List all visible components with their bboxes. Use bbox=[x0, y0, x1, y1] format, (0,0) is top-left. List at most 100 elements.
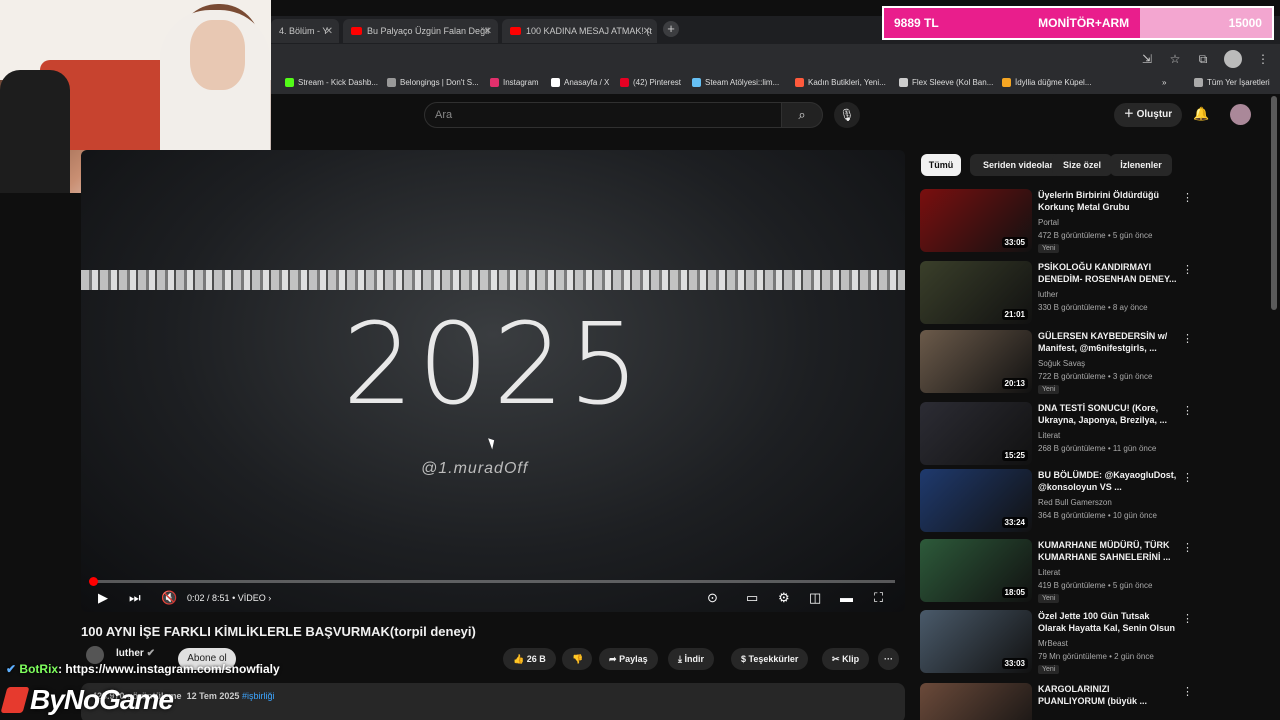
recommended-video[interactable]: KARGOLARINIZI PUANLIYORUM (büyük ... ⋮ bbox=[920, 683, 1260, 720]
recommended-channel[interactable]: Literat bbox=[1038, 568, 1060, 577]
create-button[interactable]: ＋ Oluştur bbox=[1114, 103, 1182, 127]
recommended-video[interactable]: 33:05 Üyelerin Birbirini Öldürdüğü Korku… bbox=[920, 189, 1260, 253]
more-vertical-icon[interactable]: ⋮ bbox=[1182, 471, 1193, 484]
recommended-channel[interactable]: Red Bull Gamerszon bbox=[1038, 498, 1112, 507]
new-tab-button[interactable]: + bbox=[663, 21, 679, 37]
install-icon[interactable]: ⇲ bbox=[1140, 52, 1154, 66]
theater-mode-icon[interactable]: ▬ bbox=[840, 590, 853, 605]
recommended-video[interactable]: 18:05 KUMARHANE MÜDÜRÜ, TÜRK KUMARHANE S… bbox=[920, 539, 1260, 603]
menu-icon[interactable]: ⋮ bbox=[1256, 52, 1270, 66]
scrollbar[interactable] bbox=[1271, 96, 1277, 310]
recommended-channel[interactable]: Literat bbox=[1038, 431, 1060, 440]
download-button[interactable]: ⤓ İndir bbox=[668, 648, 714, 670]
new-badge: Yeni bbox=[1038, 665, 1060, 674]
bookmark[interactable]: (42) Pinterest bbox=[620, 78, 681, 87]
share-button[interactable]: ➦ Paylaş bbox=[599, 648, 658, 670]
gear-icon[interactable]: ⚙ bbox=[778, 590, 790, 606]
browser-tab[interactable]: 100 KADINA MESAJ ATMAK! (t ✕ bbox=[502, 19, 657, 43]
description-box[interactable] bbox=[81, 683, 905, 720]
recommended-video[interactable]: 33:03 Özel Jette 100 Gün Tutsak Olarak H… bbox=[920, 610, 1260, 674]
recommended-title[interactable]: Üyelerin Birbirini Öldürdüğü Korkunç Met… bbox=[1038, 189, 1178, 213]
close-icon[interactable]: ✕ bbox=[484, 26, 492, 37]
recommended-title[interactable]: KUMARHANE MÜDÜRÜ, TÜRK KUMARHANE SAHNELE… bbox=[1038, 539, 1178, 563]
bookmark[interactable]: Anasayfa / X bbox=[551, 78, 609, 87]
download-icon: ⤓ bbox=[678, 654, 682, 664]
video-thumbnail[interactable]: 33:03 bbox=[920, 610, 1032, 673]
recommended-meta: 79 Mn görüntüleme • 2 gün önce bbox=[1038, 652, 1154, 661]
bookmarks-more[interactable]: » bbox=[1162, 78, 1166, 87]
chip-for-you[interactable]: Size özel bbox=[1052, 154, 1112, 176]
recommended-title[interactable]: GÜLERSEN KAYBEDERSİN w/ Manifest, @m6nif… bbox=[1038, 330, 1178, 354]
more-vertical-icon[interactable]: ⋮ bbox=[1182, 332, 1193, 345]
star-icon[interactable]: ☆ bbox=[1168, 52, 1182, 66]
recommended-channel[interactable]: MrBeast bbox=[1038, 639, 1068, 648]
bookmark[interactable]: Kadın Butikleri, Yeni... bbox=[795, 78, 886, 87]
video-thumbnail[interactable]: 33:05 bbox=[920, 189, 1032, 252]
video-thumbnail[interactable]: 20:13 bbox=[920, 330, 1032, 393]
recommended-title[interactable]: PSİKOLOĞU KANDIRMAYI DENEDİM- ROSENHAN D… bbox=[1038, 261, 1178, 285]
next-icon[interactable]: ⏭ bbox=[129, 590, 141, 606]
microphone-icon[interactable]: 🎙 bbox=[834, 102, 860, 128]
scrubber-handle[interactable] bbox=[89, 577, 98, 586]
recommended-video[interactable]: 20:13 GÜLERSEN KAYBEDERSİN w/ Manifest, … bbox=[920, 330, 1260, 394]
hashtag-link[interactable]: #işbirliği bbox=[242, 691, 275, 701]
recommended-channel[interactable]: luther bbox=[1038, 290, 1058, 299]
recommended-video[interactable]: 33:24 BU BÖLÜMDE: @KayaogluDost, @konsol… bbox=[920, 469, 1260, 533]
screen: 4. Bölüm - Y ✕ Bu Palyaço Üzgün Falan Değ… bbox=[0, 0, 1280, 720]
more-vertical-icon[interactable]: ⋮ bbox=[1182, 263, 1193, 276]
avatar[interactable] bbox=[1230, 104, 1251, 125]
recommended-channel[interactable]: Soğuk Savaş bbox=[1038, 359, 1085, 368]
recommended-channel[interactable]: Portal bbox=[1038, 218, 1059, 227]
more-vertical-icon[interactable]: ⋮ bbox=[1182, 685, 1193, 698]
dislike-button[interactable]: 👎 bbox=[562, 648, 592, 670]
chip-all[interactable]: Tümü bbox=[921, 154, 961, 176]
like-button[interactable]: 👍 26 B bbox=[503, 648, 556, 670]
recommended-video[interactable]: 21:01 PSİKOLOĞU KANDIRMAYI DENEDİM- ROSE… bbox=[920, 261, 1260, 325]
bookmark[interactable]: Steam Atölyesi::lim... bbox=[692, 78, 779, 87]
recommended-title[interactable]: Özel Jette 100 Gün Tutsak Olarak Hayatta… bbox=[1038, 610, 1178, 634]
progress-bar[interactable] bbox=[89, 577, 895, 586]
video-thumbnail[interactable]: 15:25 bbox=[920, 402, 1032, 465]
miniplayer-icon[interactable]: ◫ bbox=[809, 590, 821, 606]
profile-icon[interactable] bbox=[1224, 50, 1242, 68]
bookmark[interactable]: İdyllia düğme Küpel... bbox=[1002, 78, 1092, 87]
chapter-label[interactable]: • VİDEO › bbox=[232, 593, 271, 603]
recommended-title[interactable]: DNA TESTİ SONUCU! (Kore, Ukrayna, Japony… bbox=[1038, 402, 1178, 426]
more-vertical-icon[interactable]: ⋮ bbox=[1182, 541, 1193, 554]
search-input[interactable]: Ara bbox=[424, 102, 782, 128]
all-bookmarks[interactable]: Tüm Yer İşaretleri bbox=[1194, 78, 1270, 87]
search-icon[interactable]: ⌕ bbox=[781, 102, 823, 128]
subtitles-icon[interactable]: ▭ bbox=[746, 590, 758, 606]
bookmark[interactable]: Belongings | Don't S... bbox=[387, 78, 479, 87]
more-actions-button[interactable]: ··· bbox=[878, 648, 899, 670]
extensions-icon[interactable]: ⧉ bbox=[1196, 52, 1210, 66]
recommended-title[interactable]: BU BÖLÜMDE: @KayaogluDost, @konsoloyun V… bbox=[1038, 469, 1178, 493]
autoplay-toggle-icon[interactable]: ⊙ bbox=[707, 590, 718, 606]
bookmark-icon bbox=[692, 78, 701, 87]
bookmark[interactable]: Flex Sleeve (Kol Ban... bbox=[899, 78, 993, 87]
close-icon[interactable]: ✕ bbox=[325, 26, 333, 37]
video-thumbnail[interactable]: 18:05 bbox=[920, 539, 1032, 602]
bell-icon[interactable]: 🔔 bbox=[1193, 106, 1209, 122]
video-player[interactable]: 2025 @1.muradOff ▶ ⏭ 🔇 0:02 / 8:51 • VİD… bbox=[81, 150, 905, 612]
more-vertical-icon[interactable]: ⋮ bbox=[1182, 612, 1193, 625]
close-icon[interactable]: ✕ bbox=[643, 26, 651, 37]
browser-tab[interactable]: 4. Bölüm - Y ✕ bbox=[271, 19, 339, 43]
video-thumbnail[interactable]: 21:01 bbox=[920, 261, 1032, 324]
play-icon[interactable]: ▶ bbox=[98, 590, 108, 606]
bookmark[interactable]: Instagram bbox=[490, 78, 539, 87]
thanks-button[interactable]: $ Teşekkürler bbox=[731, 648, 809, 670]
bookmark[interactable]: Stream - Kick Dashb... bbox=[285, 78, 378, 87]
clip-button[interactable]: ✂ Klip bbox=[822, 648, 870, 670]
chip-watched[interactable]: İzlenenler bbox=[1110, 154, 1172, 176]
mute-icon[interactable]: 🔇 bbox=[161, 590, 177, 606]
channel-name[interactable]: luther ✔ bbox=[116, 648, 155, 659]
more-vertical-icon[interactable]: ⋮ bbox=[1182, 191, 1193, 204]
video-thumbnail[interactable]: 33:24 bbox=[920, 469, 1032, 532]
more-vertical-icon[interactable]: ⋮ bbox=[1182, 404, 1193, 417]
browser-tab[interactable]: Bu Palyaço Üzgün Falan Değil ✕ bbox=[343, 19, 498, 43]
recommended-video[interactable]: 15:25 DNA TESTİ SONUCU! (Kore, Ukrayna, … bbox=[920, 402, 1260, 466]
video-thumbnail[interactable] bbox=[920, 683, 1032, 720]
fullscreen-icon[interactable]: ⛶ bbox=[874, 590, 883, 606]
recommended-title[interactable]: KARGOLARINIZI PUANLIYORUM (büyük ... bbox=[1038, 683, 1178, 707]
